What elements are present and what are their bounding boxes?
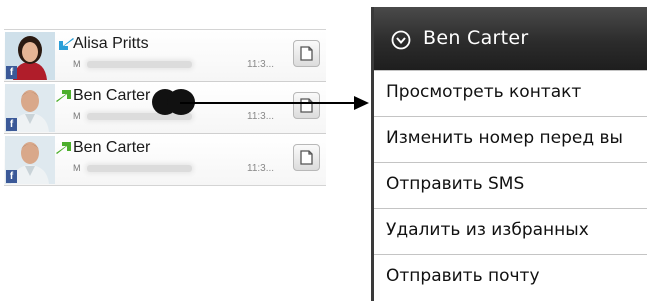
menu-item-view-contact[interactable]: Просмотреть контакт: [374, 70, 647, 117]
contact-photo[interactable]: f: [5, 32, 55, 80]
number-type: M: [73, 111, 81, 121]
incoming-call-icon: [59, 38, 74, 50]
number-type: M: [73, 59, 81, 69]
send-sms-button[interactable]: [293, 40, 320, 67]
menu-item-label: Просмотреть контакт: [386, 82, 582, 102]
call-time: 11:3...: [247, 59, 275, 70]
menu-item-label: Изменить номер перед вы: [386, 128, 623, 148]
chevron-down-circle-icon: [391, 30, 411, 50]
context-menu-header: Ben Carter: [374, 7, 647, 70]
menu-item-remove-from-favorites[interactable]: Удалить из избранных: [374, 208, 647, 255]
send-sms-button[interactable]: [293, 144, 320, 171]
menu-item-label: Отправить SMS: [386, 174, 525, 194]
contact-name: Alisa Pritts: [73, 35, 149, 52]
facebook-badge-icon: f: [6, 118, 17, 131]
menu-item-send-sms[interactable]: Отправить SMS: [374, 162, 647, 209]
menu-item-send-email[interactable]: Отправить почту: [374, 254, 647, 301]
blurred-phone-number: [87, 61, 192, 68]
menu-item-label: Удалить из избранных: [386, 220, 589, 240]
call-log-entry[interactable]: f Alisa Pritts M 11:3...: [4, 30, 326, 82]
outgoing-call-icon: [56, 142, 71, 154]
menu-item-label: Отправить почту: [386, 266, 540, 286]
call-time: 11:3...: [247, 163, 275, 174]
facebook-badge-icon: f: [6, 66, 17, 79]
facebook-badge-icon: f: [6, 170, 17, 183]
pointer-arrow-icon: [180, 96, 369, 110]
sms-icon: [300, 46, 313, 61]
outgoing-call-icon: [56, 90, 71, 102]
contact-photo[interactable]: f: [5, 84, 55, 132]
menu-item-edit-number-before-call[interactable]: Изменить номер перед вы: [374, 116, 647, 163]
contact-photo[interactable]: f: [5, 136, 55, 184]
blurred-phone-number: [87, 165, 192, 172]
contact-name: Ben Carter: [73, 139, 151, 156]
number-type: M: [73, 163, 81, 173]
call-log-entry[interactable]: f Ben Carter M 11:3...: [4, 134, 326, 185]
sms-icon: [300, 150, 313, 165]
contact-name: Ben Carter: [73, 87, 151, 104]
contact-context-menu: Ben Carter Просмотреть контакт Изменить …: [371, 7, 647, 301]
context-menu-title: Ben Carter: [423, 27, 529, 49]
